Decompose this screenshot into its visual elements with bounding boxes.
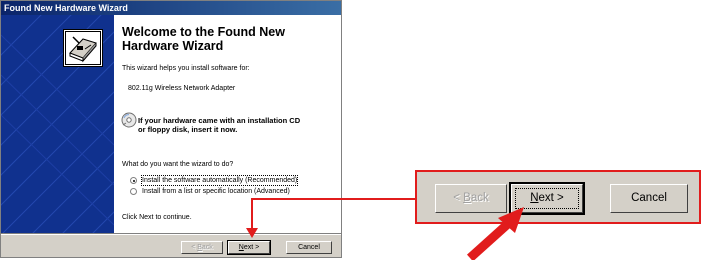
option-install-from-list-label[interactable]: Install from a list or specific location… bbox=[142, 187, 290, 196]
hardware-icon bbox=[63, 29, 103, 67]
footer-note: Click Next to continue. bbox=[122, 214, 192, 221]
radio-install-automatically[interactable] bbox=[130, 177, 137, 184]
question-text: What do you want the wizard to do? bbox=[122, 161, 234, 168]
cd-icon bbox=[121, 112, 137, 128]
cancel-button[interactable]: Cancel bbox=[286, 241, 332, 254]
button-separator bbox=[1, 233, 341, 235]
zoomed-next-button[interactable]: Next > bbox=[511, 184, 583, 213]
page-title: Welcome to the Found New Hardware Wizard bbox=[122, 25, 285, 53]
radio-install-from-list[interactable] bbox=[130, 188, 137, 195]
wizard-window: Found New Hardware Wizard Welcome to the… bbox=[0, 0, 342, 258]
wizard-side-panel bbox=[1, 15, 114, 233]
wizard-content: Welcome to the Found New Hardware Wizard… bbox=[114, 15, 341, 233]
zoomed-cancel-button[interactable]: Cancel bbox=[610, 184, 688, 213]
zoomed-button-panel: < Back Next > Cancel bbox=[415, 170, 701, 224]
zoomed-back-button[interactable]: < Back bbox=[435, 184, 507, 213]
next-button[interactable]: Next > bbox=[228, 241, 270, 254]
device-name: 802.11g Wireless Network Adapter bbox=[128, 85, 236, 92]
cd-instruction: If your hardware came with an installati… bbox=[138, 116, 301, 134]
back-button[interactable]: < Back bbox=[181, 241, 223, 254]
window-title: Found New Hardware Wizard bbox=[1, 1, 341, 15]
intro-text: This wizard helps you install software f… bbox=[122, 65, 250, 72]
option-install-automatically-label[interactable]: Install the software automatically (Reco… bbox=[140, 175, 299, 186]
